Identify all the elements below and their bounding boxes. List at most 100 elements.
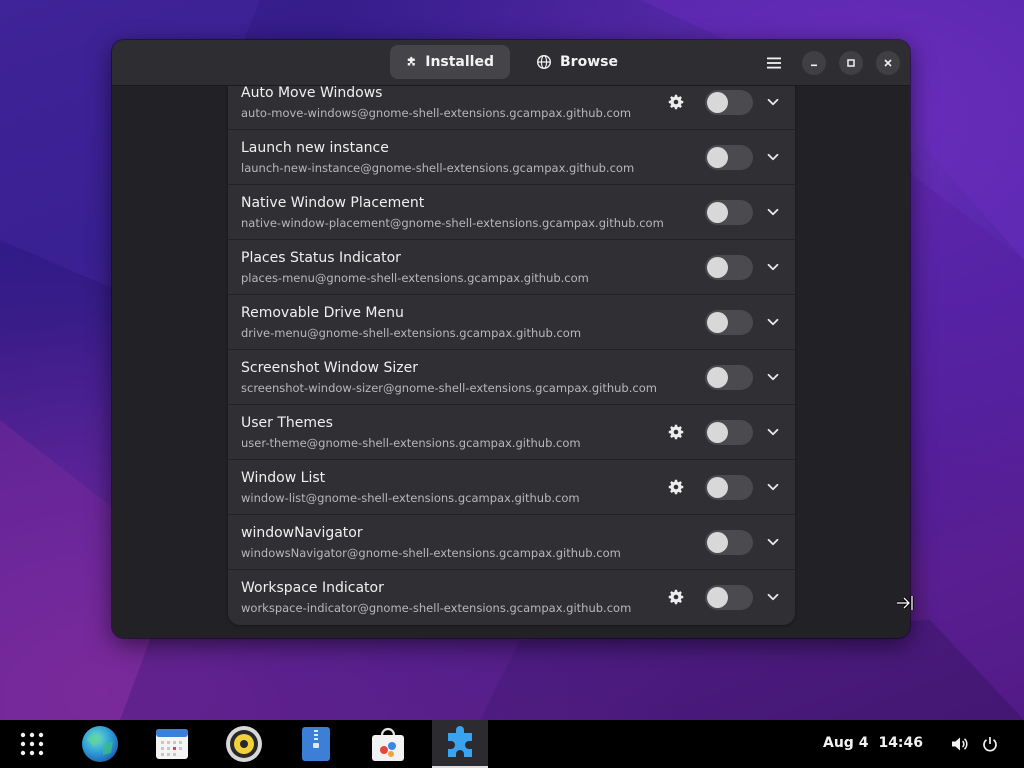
switch-knob: [707, 147, 728, 168]
power-menu[interactable]: [968, 720, 1012, 768]
extension-row[interactable]: Removable Drive Menu drive-menu@gnome-she…: [228, 295, 795, 350]
calendar-icon: [156, 729, 188, 759]
extension-row[interactable]: User Themes user-theme@gnome-shell-extens…: [228, 405, 795, 460]
maximize-button[interactable]: [839, 51, 863, 75]
chevron-down-icon[interactable]: [766, 260, 780, 274]
extension-row[interactable]: Workspace Indicator workspace-indicator@g…: [228, 570, 795, 625]
menu-icon: [767, 57, 781, 69]
extension-id: windowsNavigator@gnome-shell-extensions.…: [241, 546, 621, 560]
music-player-launcher[interactable]: [216, 720, 272, 768]
extension-id: native-window-placement@gnome-shell-exte…: [241, 216, 664, 230]
switch-knob: [707, 422, 728, 443]
extension-name: windowNavigator: [241, 525, 363, 541]
extensions-launcher[interactable]: [432, 720, 488, 768]
tab-installed-label: Installed: [425, 54, 494, 70]
music-player-icon: [226, 726, 262, 762]
file-archive-icon: [302, 727, 330, 761]
puzzle-piece-icon: [407, 56, 415, 66]
extension-id: user-theme@gnome-shell-extensions.gcampa…: [241, 436, 581, 450]
extension-id: places-menu@gnome-shell-extensions.gcamp…: [241, 271, 589, 285]
software-store-icon: [372, 727, 404, 761]
enable-switch[interactable]: [705, 475, 753, 500]
close-button[interactable]: [876, 51, 900, 75]
extension-name: Window List: [241, 470, 326, 486]
installed-extensions-view[interactable]: Auto Move Windows auto-move-windows@gnome…: [112, 86, 910, 638]
extension-name: Auto Move Windows: [241, 86, 383, 101]
view-switcher: Installed Browse: [390, 45, 640, 79]
globe-icon: [537, 54, 552, 70]
clock-time: 14:46: [878, 735, 924, 751]
extensions-list: Auto Move Windows auto-move-windows@gnome…: [228, 86, 795, 625]
extension-name: Removable Drive Menu: [241, 305, 404, 321]
chevron-down-icon[interactable]: [766, 425, 780, 439]
enable-switch[interactable]: [705, 530, 753, 555]
chevron-down-icon[interactable]: [766, 590, 780, 604]
software-store-launcher[interactable]: [360, 720, 416, 768]
extensions-window: Installed Browse Auto Move Windows auto-…: [112, 40, 910, 638]
extension-row[interactable]: windowNavigator windowsNavigator@gnome-sh…: [228, 515, 795, 570]
extension-name: Launch new instance: [241, 140, 389, 156]
tab-browse-label: Browse: [560, 54, 618, 70]
enable-switch[interactable]: [705, 310, 753, 335]
enable-switch[interactable]: [705, 365, 753, 390]
taskbar: Aug 4 14:46: [0, 720, 1024, 768]
chevron-down-icon[interactable]: [766, 480, 780, 494]
archive-launcher[interactable]: [288, 720, 344, 768]
settings-gear-icon[interactable]: [668, 479, 684, 495]
extension-id: screenshot-window-sizer@gnome-shell-exte…: [241, 381, 657, 395]
close-icon: [884, 59, 892, 67]
extension-row[interactable]: Auto Move Windows auto-move-windows@gnome…: [228, 86, 795, 130]
power-icon: [983, 737, 997, 752]
switch-knob: [707, 257, 728, 278]
switch-knob: [707, 477, 728, 498]
chevron-down-icon[interactable]: [766, 370, 780, 384]
extension-row[interactable]: Screenshot Window Sizer screenshot-window…: [228, 350, 795, 405]
chevron-down-icon[interactable]: [766, 535, 780, 549]
calendar-launcher[interactable]: [144, 720, 200, 768]
extension-id: window-list@gnome-shell-extensions.gcamp…: [241, 491, 580, 505]
tab-installed[interactable]: Installed: [390, 45, 510, 79]
app-grid-button[interactable]: [4, 720, 60, 768]
extension-name: Places Status Indicator: [241, 250, 401, 266]
extension-name: Workspace Indicator: [241, 580, 384, 596]
chevron-down-icon[interactable]: [766, 150, 780, 164]
chevron-down-icon[interactable]: [766, 315, 780, 329]
extension-name: Screenshot Window Sizer: [241, 360, 418, 376]
main-menu-button[interactable]: [762, 51, 786, 75]
tab-browse[interactable]: Browse: [514, 45, 640, 79]
enable-switch[interactable]: [705, 255, 753, 280]
switch-knob: [707, 92, 728, 113]
clock[interactable]: Aug 4 14:46: [823, 735, 933, 751]
extension-id: auto-move-windows@gnome-shell-extensions…: [241, 106, 632, 120]
extension-row[interactable]: Launch new instance launch-new-instance@g…: [228, 130, 795, 185]
browser-launcher[interactable]: [72, 720, 128, 768]
extension-id: launch-new-instance@gnome-shell-extensio…: [241, 161, 635, 175]
switch-knob: [707, 587, 728, 608]
settings-gear-icon[interactable]: [668, 424, 684, 440]
maximize-icon: [847, 59, 855, 67]
extension-id: drive-menu@gnome-shell-extensions.gcampa…: [241, 326, 582, 340]
volume-icon: [952, 737, 968, 751]
enable-switch[interactable]: [705, 585, 753, 610]
settings-gear-icon[interactable]: [668, 589, 684, 605]
settings-gear-icon[interactable]: [668, 94, 684, 110]
enable-switch[interactable]: [705, 90, 753, 115]
app-grid-icon: [20, 732, 44, 756]
switch-knob: [707, 202, 728, 223]
extension-row[interactable]: Places Status Indicator places-menu@gnome…: [228, 240, 795, 295]
extensions-icon: [448, 726, 472, 757]
extension-row[interactable]: Native Window Placement native-window-pla…: [228, 185, 795, 240]
extension-row[interactable]: Window List window-list@gnome-shell-exten…: [228, 460, 795, 515]
chevron-down-icon[interactable]: [766, 95, 780, 109]
enable-switch[interactable]: [705, 145, 753, 170]
chevron-down-icon[interactable]: [766, 205, 780, 219]
switch-knob: [707, 367, 728, 388]
headerbar: Installed Browse: [112, 40, 910, 86]
clock-date: Aug 4: [823, 735, 869, 751]
enable-switch[interactable]: [705, 200, 753, 225]
switch-knob: [707, 312, 728, 333]
minimize-button[interactable]: [802, 51, 826, 75]
extension-name: Native Window Placement: [241, 195, 425, 211]
switch-knob: [707, 532, 728, 553]
enable-switch[interactable]: [705, 420, 753, 445]
